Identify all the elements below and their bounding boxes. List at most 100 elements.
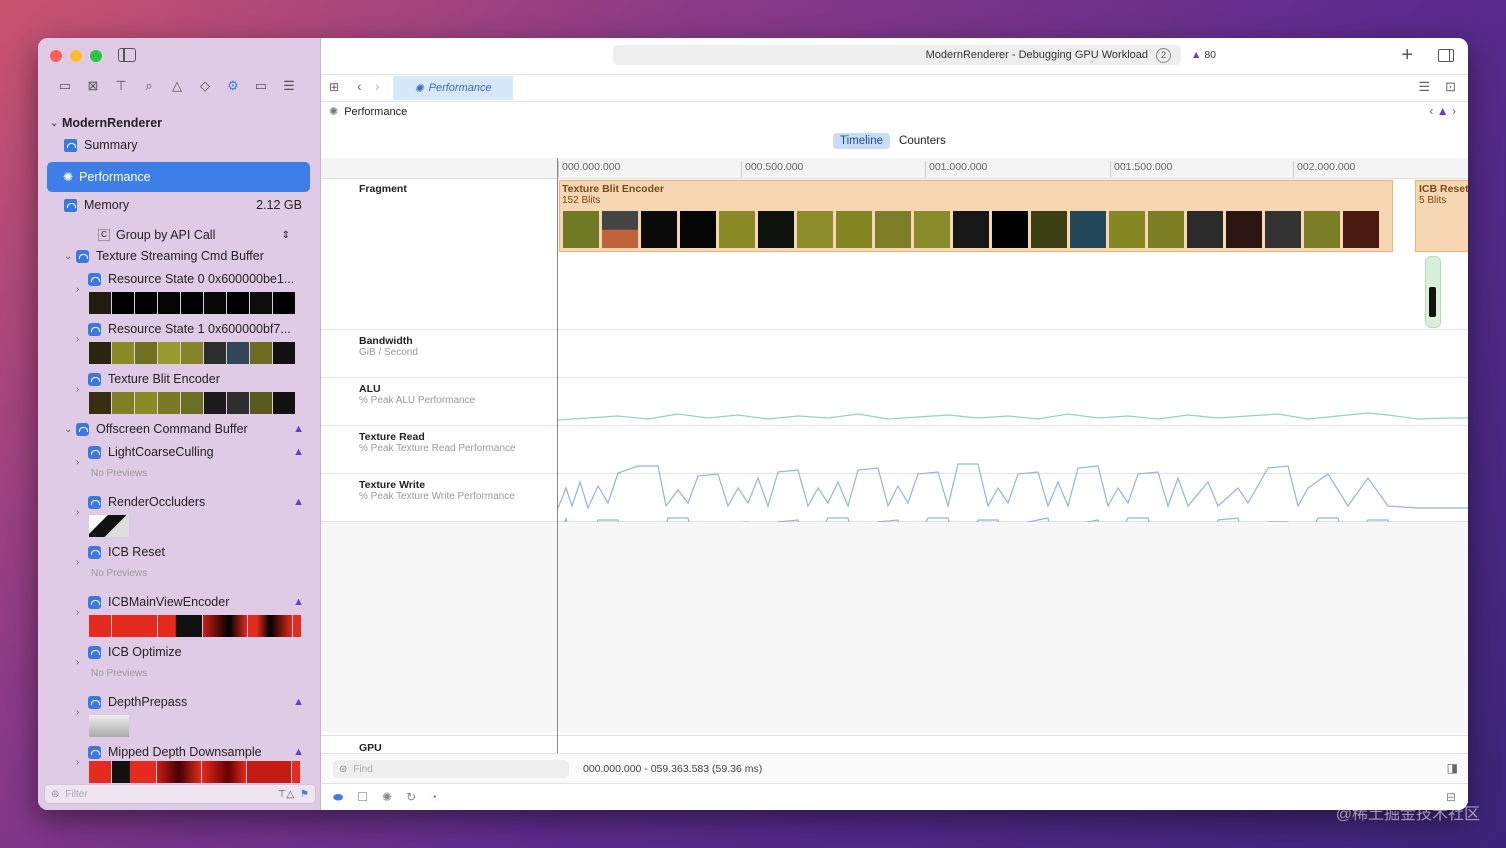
flag-icon[interactable]: ⚑ [300,789,309,800]
sidebar-item-texture-streaming[interactable]: ⌄ Texture Streaming Cmd Buffer [64,245,320,267]
chevron-right-icon[interactable]: › [76,457,88,468]
summary-icon [64,138,77,152]
back-icon[interactable]: ‹ [357,78,362,94]
chevron-right-icon[interactable]: › [76,334,88,345]
tab-performance[interactable]: ✺ Performance [393,76,513,100]
command-buffer-icon [76,249,89,263]
sidebar-item-light-coarse-culling[interactable]: › LightCoarseCulling ▲ [76,441,320,468]
issue-nav[interactable]: ‹ ▲ › [1429,104,1456,118]
warning-icon[interactable]: △ [168,78,186,94]
item-label: Resource State 0 0x600000be1... [108,272,295,286]
search-icon[interactable]: ⌕ [140,78,158,94]
ruler-tick: 000.500.000 [741,161,803,177]
lines-icon[interactable]: ☰ [1418,79,1430,95]
tab-counters[interactable]: Counters [892,133,953,149]
sidebar-item-render-occluders[interactable]: › RenderOccluders ▲ [76,491,320,518]
test-icon[interactable]: ◇ [196,78,214,94]
chevron-right-icon[interactable]: › [76,557,88,568]
chevron-right-icon[interactable]: › [76,657,88,668]
tree-root[interactable]: ⌄ ModernRenderer [50,112,320,134]
filter-options-icon[interactable]: ⊤△ [278,789,294,800]
track-bandwidth-unit: GiB / Second [359,347,418,358]
chevron-down-icon[interactable]: ⌄ [50,118,62,129]
warning-icon[interactable]: ▲ [293,696,304,708]
chevron-right-icon[interactable]: › [76,607,88,618]
preview-strip [89,515,129,537]
debug-icon[interactable]: ⚙ [224,78,242,94]
traffic-lights [50,50,102,62]
view-mode-segmented-control: Timeline Counters [833,133,953,149]
grid-icon[interactable]: ⊞ [329,80,339,94]
icb-reset-block[interactable]: ICB Reset 5 Blits [1415,180,1468,252]
sidebar-item-resource-state-0[interactable]: › Resource State 0 0x600000be1... [76,268,320,295]
chevron-right-icon[interactable]: › [76,284,88,295]
shader-block[interactable] [1425,256,1441,328]
reload-icon[interactable]: ↻ [406,790,416,804]
report-icon[interactable]: ☰ [280,78,298,94]
sidebar-item-performance[interactable]: ✺ Performance [47,162,310,192]
encoder-count: 152 Blits [562,195,601,206]
warning-icon[interactable]: ▲ [293,446,304,458]
folder-icon[interactable]: ▭ [56,78,74,94]
find-field[interactable]: ⊜ Find [333,760,569,778]
source-control-icon[interactable]: ⊠ [84,78,102,94]
time-range-label: 000.000.000 - 059.363.583 (59.36 ms) [583,763,763,775]
sidebar-item-summary[interactable]: Summary [64,134,320,156]
close-button[interactable] [50,50,62,62]
sidebar-item-memory[interactable]: Memory 2.12 GB [64,194,302,216]
chevron-right-icon[interactable]: › [76,707,88,718]
chevron-right-icon[interactable]: › [76,507,88,518]
tab-timeline[interactable]: Timeline [833,133,891,149]
preview-strip [89,715,129,737]
preview-strip [89,761,300,783]
breadcrumb[interactable]: ✺ Performance [329,105,407,119]
forward-icon[interactable]: › [375,78,380,94]
sidebar-item-offscreen-command-buffer[interactable]: ⌄ Offscreen Command Buffer ▲ [64,418,320,440]
sidebar-item-resource-state-1[interactable]: › Resource State 1 0x600000bf7... [76,318,320,345]
warning-icon[interactable]: ▲ [293,746,304,758]
sidebar-item-icb-optimize[interactable]: › ICB Optimize [76,641,320,668]
texture-write-line [564,517,1389,522]
breakpoint-icon[interactable]: ▭ [252,78,270,94]
filter-icon: ⊜ [339,763,348,775]
sidebar-item-icb-reset[interactable]: › ICB Reset [76,541,320,568]
ruler-tick: 002.000.000 [1293,161,1355,177]
chevron-right-icon[interactable]: › [76,757,88,768]
warning-count[interactable]: ▲ 80 [1191,49,1216,61]
gpu-icon[interactable]: ✺ [382,790,392,804]
panel-toggle-icon[interactable]: ◨ [1447,761,1458,775]
chevron-right-icon[interactable]: › [76,384,88,395]
hierarchy-icon[interactable]: ⊤ [112,78,130,94]
chevron-down-icon[interactable]: ⌄ [64,251,76,262]
group-by-popup[interactable]: C Group by API Call ⇕ [98,224,290,246]
add-icon[interactable]: + [1401,44,1413,67]
sidebar-item-texture-blit-encoder[interactable]: › Texture Blit Encoder [76,368,320,395]
inspector-toggle-icon[interactable] [1438,49,1454,62]
sidebar-toggle-icon[interactable] [118,48,136,62]
root-label: ModernRenderer [62,116,163,130]
sidebar-item-depth-prepass[interactable]: › DepthPrepass ▲ [76,691,320,718]
texture-blit-encoder-block[interactable]: Texture Blit Encoder 152 Blits [559,180,1393,252]
item-label: ICB Optimize [108,645,182,659]
minimize-button[interactable] [70,50,82,62]
activity-view[interactable]: ModernRenderer - Debugging GPU Workload … [613,45,1181,65]
warning-icon[interactable]: ▲ [293,423,304,435]
zoom-button[interactable] [90,50,102,62]
warning-icon[interactable]: ▲ [293,496,304,508]
chevron-down-icon[interactable]: ⌄ [64,424,76,435]
encoder-icon [88,595,101,609]
sidebar-item-mipped-depth-downsample[interactable]: › Mipped Depth Downsample ▲ [76,741,320,768]
add-editor-icon[interactable]: ⊡ [1445,79,1456,95]
encoder-title: ICB Reset [1419,183,1468,195]
filter-field[interactable]: ⊜ Filter ⊤△ ⚑ [44,784,316,804]
stop-icon[interactable]: ☐ [357,790,368,804]
ruler-tick: 001.500.000 [1110,161,1172,177]
breakpoint-toggle-icon[interactable]: ⬬ [333,790,343,805]
warning-icon[interactable]: ▲ [293,596,304,608]
no-previews-label: No Previews [91,568,148,579]
gauge-icon[interactable]: ◔ [430,790,437,804]
item-label: Texture Streaming Cmd Buffer [96,249,264,263]
track-fragment-label: Fragment [359,183,407,195]
ruler-tick: 000.000.000 [558,161,620,177]
sidebar-item-icb-main-view-encoder[interactable]: › ICBMainViewEncoder ▲ [76,591,320,618]
